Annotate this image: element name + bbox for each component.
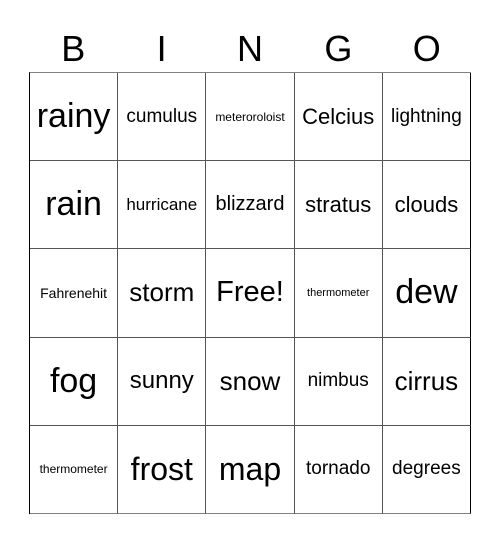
bingo-cell[interactable]: Celcius [294, 73, 383, 162]
bingo-cell[interactable]: dew [382, 249, 471, 338]
bingo-cell[interactable]: degrees [382, 425, 471, 514]
header-letter-n: N [236, 28, 263, 69]
bingo-board: rainy cumulus meteroroloist Celcius ligh… [29, 72, 471, 514]
bingo-cell[interactable]: blizzard [206, 161, 295, 250]
bingo-cell[interactable]: lightning [382, 73, 471, 162]
bingo-cell[interactable]: hurricane [118, 161, 207, 250]
bingo-cell[interactable]: fog [30, 337, 119, 426]
bingo-cell[interactable]: map [206, 425, 295, 514]
bingo-cell[interactable]: cirrus [382, 337, 471, 426]
bingo-cell[interactable]: storm [118, 249, 207, 338]
bingo-cell[interactable]: rainy [30, 73, 119, 162]
bingo-header: B I N G O [29, 26, 471, 72]
header-letter-b: B [61, 28, 86, 69]
bingo-cell[interactable]: tornado [294, 425, 383, 514]
bingo-cell[interactable]: sunny [118, 337, 207, 426]
bingo-cell[interactable]: thermometer [294, 249, 383, 338]
bingo-cell[interactable]: nimbus [294, 337, 383, 426]
header-letter-i: I [156, 28, 167, 69]
bingo-cell[interactable]: meteroroloist [206, 73, 295, 162]
bingo-cell[interactable]: snow [206, 337, 295, 426]
bingo-cell[interactable]: thermometer [30, 425, 119, 514]
bingo-cell[interactable]: stratus [294, 161, 383, 250]
bingo-cell[interactable]: clouds [382, 161, 471, 250]
bingo-cell[interactable]: cumulus [118, 73, 207, 162]
bingo-cell[interactable]: frost [118, 425, 207, 514]
free-space-cell[interactable]: Free! [206, 249, 295, 338]
header-letter-g: G [324, 28, 353, 69]
bingo-cell[interactable]: Fahrenehit [30, 249, 119, 338]
header-letter-o: O [412, 28, 441, 69]
bingo-cell[interactable]: rain [30, 161, 119, 250]
